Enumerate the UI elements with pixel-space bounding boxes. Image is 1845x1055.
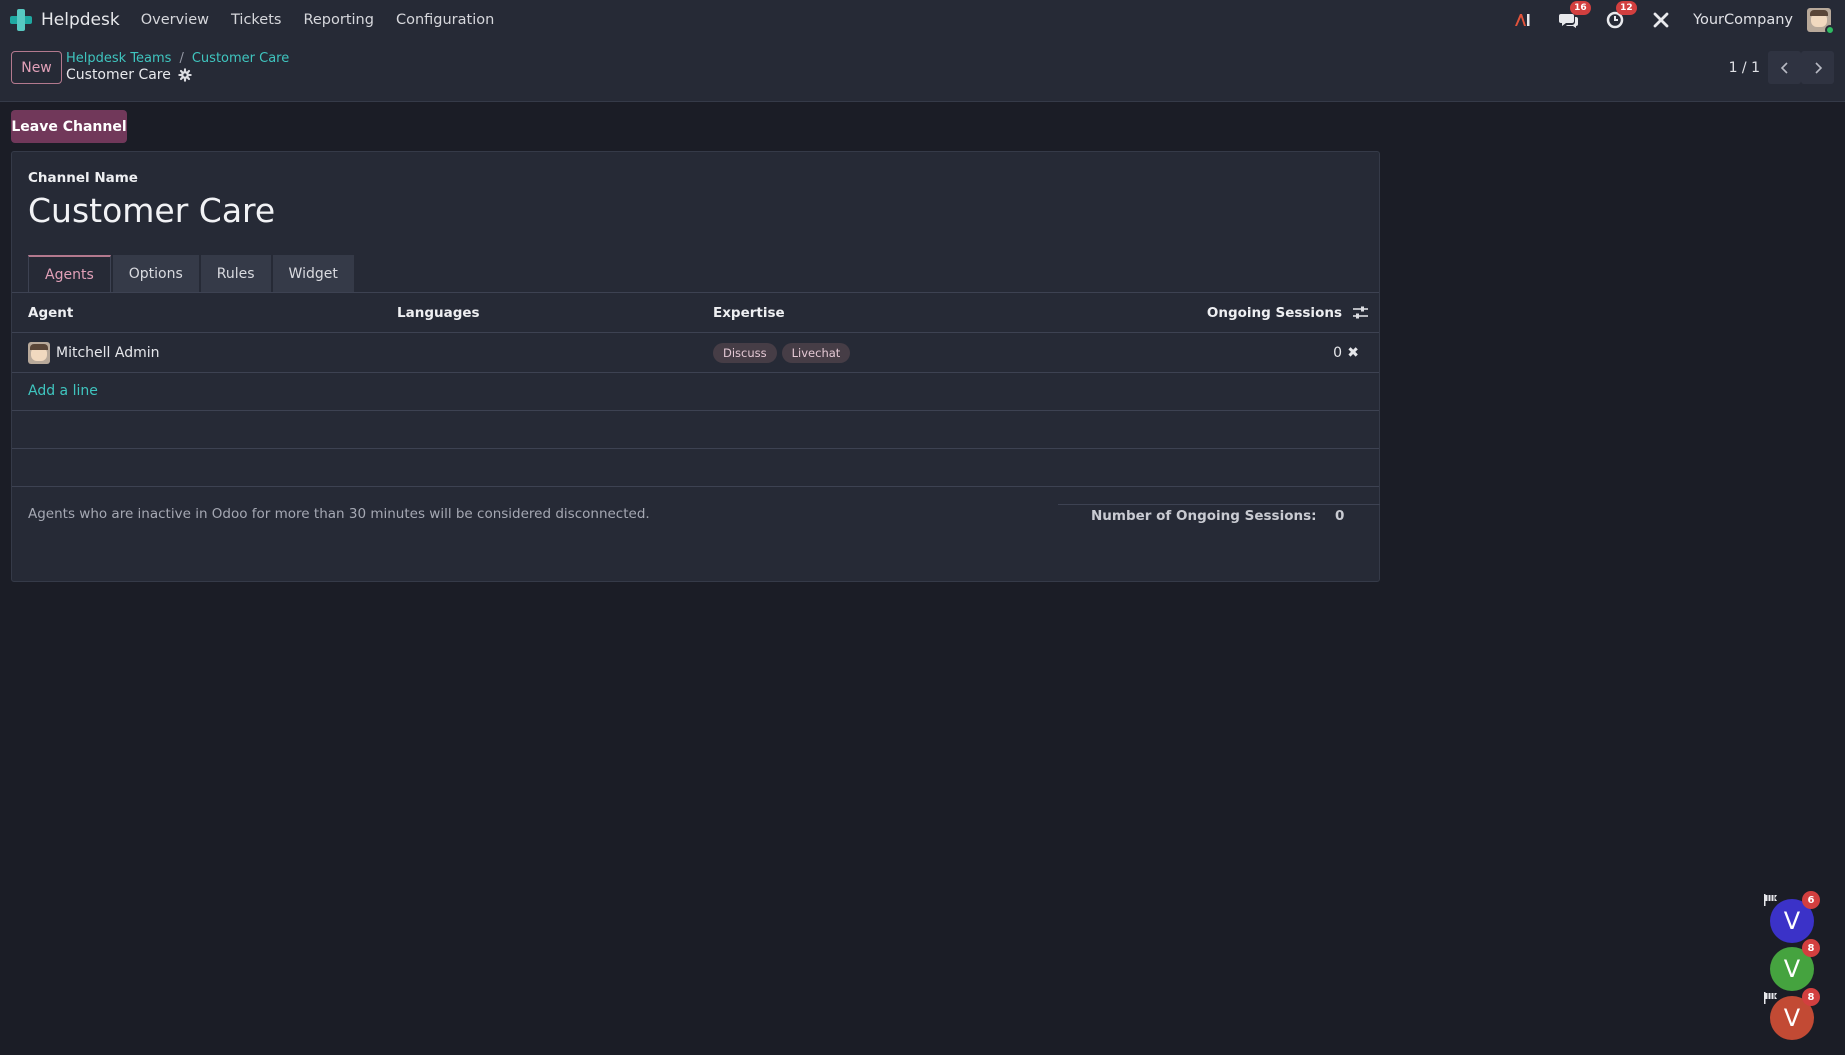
chevron-left-icon <box>1780 61 1788 74</box>
chat-bubble-3[interactable]: V 8 <box>1770 988 1820 1040</box>
app-name[interactable]: Helpdesk <box>41 10 120 30</box>
chat-bubble-letter: V <box>1783 1004 1801 1032</box>
table-row[interactable]: Mitchell Admin Discuss Livechat 0 ✖ <box>12 333 1379 373</box>
ai-assistant-icon[interactable] <box>1513 10 1533 30</box>
chat-bubble-letter: V <box>1783 907 1801 935</box>
agents-table: Agent Languages Expertise Ongoing Sessio… <box>12 293 1379 487</box>
activities-badge: 12 <box>1616 1 1637 15</box>
breadcrumb-helpdesk-teams[interactable]: Helpdesk Teams <box>66 51 171 66</box>
user-avatar[interactable] <box>1807 8 1835 35</box>
add-a-line-link[interactable]: Add a line <box>28 383 98 399</box>
menu-item-reporting[interactable]: Reporting <box>303 12 374 28</box>
empty-table-row <box>12 411 1379 449</box>
expertise-tag: Livechat <box>781 342 851 363</box>
breadcrumb-separator: / <box>179 51 184 66</box>
chat-bubble-1[interactable]: V 6 <box>1770 891 1820 943</box>
column-header-agent[interactable]: Agent <box>28 305 73 321</box>
leave-channel-button[interactable]: Leave Channel <box>11 110 127 143</box>
top-navbar: Helpdesk Overview Tickets Reporting Conf… <box>0 0 1845 40</box>
chat-bubble-badge: 8 <box>1802 939 1820 957</box>
record-title: Customer Care <box>66 67 171 83</box>
menu-item-configuration[interactable]: Configuration <box>396 12 494 28</box>
column-header-expertise[interactable]: Expertise <box>713 305 785 321</box>
form-sheet: Channel Name Customer Care Agents Option… <box>11 151 1380 582</box>
chat-bubble-letter: V <box>1783 955 1801 983</box>
online-status-dot <box>1825 25 1835 35</box>
channel-name-field[interactable]: Customer Care <box>28 191 275 230</box>
agent-name: Mitchell Admin <box>56 344 160 361</box>
optional-columns-icon[interactable] <box>1352 305 1369 320</box>
total-sessions-value: 0 <box>1335 508 1345 524</box>
delete-row-icon[interactable]: ✖ <box>1347 345 1359 361</box>
add-line-row: Add a line <box>12 373 1379 411</box>
helpdesk-app-icon[interactable] <box>10 9 32 31</box>
tab-agents[interactable]: Agents <box>28 255 111 292</box>
activities-clock-icon[interactable]: 12 <box>1605 1 1637 30</box>
total-sessions-label: Number of Ongoing Sessions: <box>1091 508 1317 524</box>
menu-item-overview[interactable]: Overview <box>141 12 209 28</box>
agent-avatar <box>28 341 50 364</box>
systray: 16 12 YourCompany <box>1513 0 1845 40</box>
chat-bubble-badge: 6 <box>1802 891 1820 909</box>
expertise-tag: Discuss <box>713 342 777 363</box>
main-menu: Overview Tickets Reporting Configuration <box>141 12 517 28</box>
chat-bubble-2[interactable]: V 8 <box>1770 939 1820 991</box>
channel-name-label: Channel Name <box>28 170 138 186</box>
messages-badge: 16 <box>1570 1 1591 15</box>
company-switcher[interactable]: YourCompany <box>1693 12 1793 28</box>
expertise-tags: Discuss Livechat <box>713 342 855 363</box>
column-header-languages[interactable]: Languages <box>397 305 480 321</box>
total-divider <box>1058 504 1380 505</box>
ongoing-sessions-value: 0 <box>1333 344 1342 361</box>
column-header-ongoing-sessions[interactable]: Ongoing Sessions <box>1207 305 1342 321</box>
tab-options[interactable]: Options <box>112 255 199 292</box>
new-button[interactable]: New <box>11 51 62 84</box>
control-panel: New Helpdesk Teams / Customer Care Custo… <box>0 40 1845 102</box>
chevron-right-icon <box>1814 61 1822 74</box>
empty-table-row <box>12 449 1379 487</box>
tab-rules[interactable]: Rules <box>200 255 271 292</box>
tab-widget[interactable]: Widget <box>272 255 354 292</box>
pager-next-button[interactable] <box>1801 51 1834 84</box>
gear-icon[interactable] <box>178 68 192 82</box>
chat-bubble-badge: 8 <box>1802 988 1820 1006</box>
inactivity-note: Agents who are inactive in Odoo for more… <box>28 506 650 522</box>
menu-item-tickets[interactable]: Tickets <box>231 12 281 28</box>
breadcrumb-customer-care[interactable]: Customer Care <box>192 51 289 66</box>
pager-value[interactable]: 1 / 1 <box>1729 60 1760 76</box>
table-header: Agent Languages Expertise Ongoing Sessio… <box>12 293 1379 333</box>
pager-previous-button[interactable] <box>1768 51 1801 84</box>
messages-icon[interactable]: 16 <box>1559 1 1591 30</box>
debug-tools-icon[interactable] <box>1651 10 1671 30</box>
breadcrumb: Helpdesk Teams / Customer Care Customer … <box>66 51 289 83</box>
pager: 1 / 1 <box>1729 51 1845 84</box>
notebook-tabs: Agents Options Rules Widget <box>28 255 356 292</box>
agent-cell[interactable]: Mitchell Admin <box>28 341 160 364</box>
